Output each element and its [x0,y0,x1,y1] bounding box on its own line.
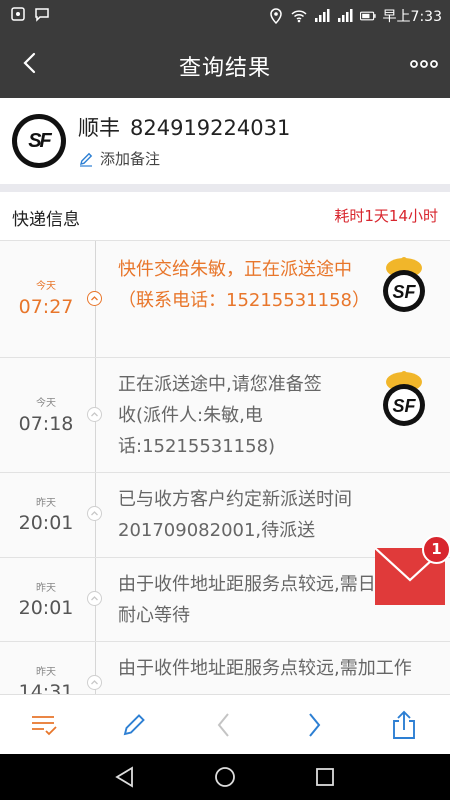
timeline-entry: 今天 07:27 快件交给朱敏，正在派送途中（联系电话：15215531158）… [0,241,450,358]
sf-courier-avatar-icon: SF [383,371,425,426]
entry-time: 07:27 [18,296,74,318]
signal-icon [337,8,353,24]
chevron-up-icon [91,412,98,417]
courier-name: 顺丰 [78,116,120,140]
entry-day: 昨天 [36,498,56,509]
courier-avatar: SF [380,255,428,313]
title-bar: 查询结果 [0,30,450,98]
courier-avatar: SF [380,369,428,427]
timeline-dot [87,291,102,306]
clock: 早上7:33 [382,9,442,25]
pencil-icon [123,714,145,736]
timeline-entry: 今天 07:18 正在派送途中,请您准备签收(派件人:朱敏,电话:1521553… [0,357,450,473]
entry-message: 已与收方客户约定新派送时间 201709082001,待派送 [118,489,358,541]
nav-back-icon [115,766,133,788]
entry-message: 由于收件地址距服务点较远,需加工作 [118,658,412,679]
nav-recents-icon [316,768,334,786]
section-divider [0,184,450,192]
unread-badge: 1 [422,535,450,564]
courier-info: 顺丰 824919224031 [78,112,290,142]
sf-logo-mark: SF [28,129,52,152]
duration-label: 耗时1天14小时 [334,207,438,225]
tracking-number: 824919224031 [130,116,291,140]
pencil-icon [80,152,93,167]
share-button[interactable] [388,709,420,741]
signal-icon [314,8,330,24]
list-check-icon [32,716,57,736]
add-note-button[interactable]: 添加备注 [78,148,160,169]
chevron-up-icon [91,680,98,685]
system-nav-bar [0,754,450,800]
nav-back-button[interactable] [112,764,138,790]
timeline-dot [87,407,102,422]
notification-icon [10,6,26,22]
message-icon [34,6,50,22]
courier-card: SF 顺丰 824919224031 添加备注 [0,98,450,184]
timeline-entry: 昨天 20:01 已与收方客户约定新派送时间 201709082001,待派送 [0,472,450,558]
timeline-dot [87,591,102,606]
timeline-dot [87,506,102,521]
location-icon [268,8,284,24]
entry-message: 正在派送途中,请您准备签收(派件人:朱敏,电话:15215531158) [118,374,322,457]
express-info-label: 快递信息 [12,210,80,230]
timeline-entry: 昨天 14:31 由于收件地址距服务点较远,需加工作 [0,641,450,694]
page-title: 查询结果 [178,56,271,81]
entry-day: 今天 [36,281,56,292]
nav-home-button[interactable] [212,764,238,790]
chevron-up-icon [91,296,98,301]
wifi-icon [291,8,307,24]
next-button[interactable] [298,709,330,741]
entry-day: 今天 [36,398,56,409]
entry-day: 昨天 [36,583,56,594]
sf-courier-avatar-icon: SF [383,257,425,312]
bottom-toolbar [0,694,450,755]
mail-button[interactable]: 1 [374,535,450,605]
more-dots-icon [410,60,438,68]
edit-button[interactable] [118,709,150,741]
previous-button[interactable] [208,709,240,741]
status-bar: 早上7:33 [0,0,450,30]
entry-time: 07:18 [18,413,74,435]
more-button[interactable] [410,52,438,76]
svg-text:SF: SF [392,282,416,302]
timeline-dot [87,675,102,690]
express-info-header: 快递信息 耗时1天14小时 [0,192,450,241]
battery-icon [359,8,376,24]
entry-time: 14:31 [18,681,74,694]
entry-time: 20:01 [18,512,74,534]
chevron-up-icon [91,596,98,601]
chevron-up-icon [91,511,98,516]
chevron-left-icon [217,713,229,737]
list-button[interactable] [28,709,60,741]
entry-day: 昨天 [36,667,56,678]
share-icon [393,710,415,739]
nav-home-icon [215,767,235,787]
svg-text:SF: SF [392,396,416,416]
add-note-label: 添加备注 [100,150,161,168]
entry-message: 快件交给朱敏，正在派送途中（联系电话：15215531158） [118,259,370,311]
tracking-timeline[interactable]: 今天 07:27 快件交给朱敏，正在派送途中（联系电话：15215531158）… [0,241,450,694]
sf-logo: SF [12,114,66,168]
entry-time: 20:01 [18,597,74,619]
nav-recents-button[interactable] [312,764,338,790]
chevron-right-icon [309,713,321,737]
